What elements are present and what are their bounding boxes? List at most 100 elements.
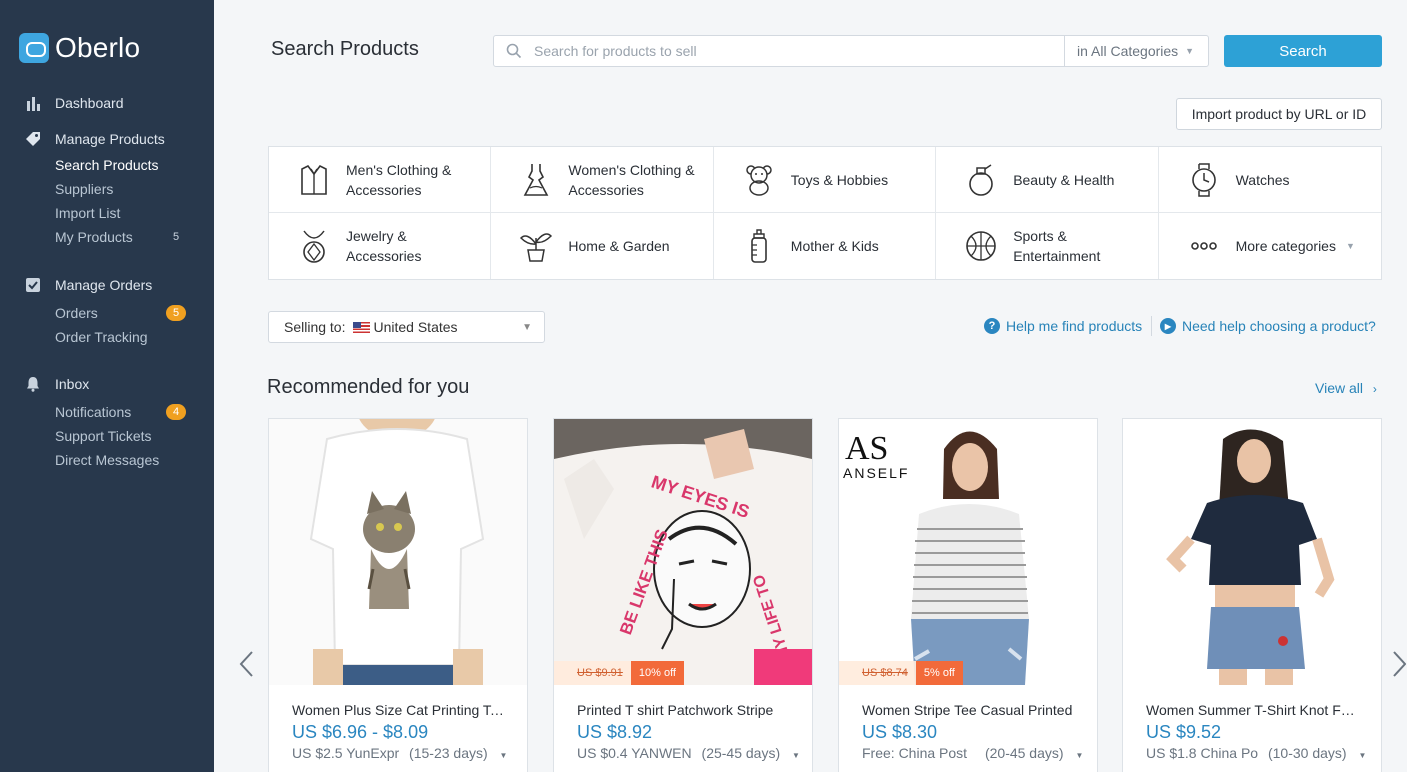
- old-price: US $8.74: [839, 661, 916, 685]
- category-watches[interactable]: Watches: [1158, 147, 1381, 213]
- sidebar: Oberlo Dashboard Manage Products Search …: [0, 0, 214, 772]
- category-label: Sports & Entertainment: [1013, 228, 1101, 264]
- sidebar-item-manage-orders[interactable]: Manage Orders: [0, 274, 214, 296]
- import-product-button[interactable]: Import product by URL or ID: [1176, 98, 1382, 130]
- more-dots-icon: [1187, 228, 1221, 264]
- search-bar: in All Categories ▼: [493, 35, 1209, 67]
- chevron-right-icon: ›: [1372, 382, 1377, 396]
- sidebar-item-search-products[interactable]: Search Products: [55, 153, 214, 177]
- product-shipping[interactable]: US $0.4 YANWEN (25-45 days) ▼: [577, 745, 800, 761]
- count-badge: 5: [172, 231, 180, 243]
- help-find-products-link[interactable]: ? Help me find products: [984, 318, 1142, 334]
- plant-icon: [519, 228, 553, 264]
- product-card[interactable]: MY EYES IS BE LIKE THIS MY LIFE TO US $9…: [553, 418, 813, 772]
- discount-badge: 10% off: [630, 661, 684, 685]
- carousel-prev-button[interactable]: [238, 650, 254, 685]
- product-price: US $6.96 - $8.09: [292, 722, 429, 742]
- sidebar-item-my-products[interactable]: My Products 5: [55, 225, 214, 249]
- help-choosing-link[interactable]: ▶ Need help choosing a product?: [1160, 318, 1376, 334]
- shipping-time: (10-30 days): [1267, 745, 1347, 761]
- product-price: US $8.92: [577, 722, 653, 742]
- sidebar-item-label: Notifications: [55, 404, 132, 420]
- selling-to-country: United States: [373, 319, 458, 335]
- old-price: US $9.91: [554, 661, 631, 685]
- category-jewelry[interactable]: Jewelry & Accessories: [269, 213, 492, 279]
- category-mother-kids[interactable]: Mother & Kids: [714, 213, 937, 279]
- product-card[interactable]: Women Summer T-Shirt Knot Front US $9.52…: [1122, 418, 1382, 772]
- shipping-time: (15-23 days): [409, 745, 488, 761]
- shipping-time: (20-45 days): [984, 745, 1064, 761]
- sidebar-item-suppliers[interactable]: Suppliers: [55, 177, 214, 201]
- category-beauty-health[interactable]: Beauty & Health: [936, 147, 1159, 213]
- product-title[interactable]: Women Summer T-Shirt Knot Front: [1146, 702, 1358, 718]
- category-label: Home & Garden: [568, 238, 670, 254]
- count-badge: 5: [166, 305, 186, 321]
- teddy-bear-icon: [742, 162, 776, 198]
- chevron-down-icon: ▼: [522, 322, 532, 333]
- shirt-icon: [297, 162, 331, 198]
- category-home-garden[interactable]: Home & Garden: [491, 213, 714, 279]
- product-shipping[interactable]: Free: China Post (20-45 days) ▼: [862, 745, 1083, 761]
- category-select[interactable]: in All Categories ▼: [1064, 36, 1208, 66]
- product-title[interactable]: Women Stripe Tee Casual Printed: [862, 702, 1074, 718]
- category-toys-hobbies[interactable]: Toys & Hobbies: [713, 147, 937, 213]
- chevron-right-icon: [1393, 651, 1407, 677]
- sidebar-item-direct-messages[interactable]: Direct Messages: [55, 448, 214, 472]
- product-shipping[interactable]: US $2.5 YunExpr (15-23 days) ▼: [292, 745, 507, 761]
- product-card[interactable]: Women Plus Size Cat Printing Tee US $6.9…: [268, 418, 528, 772]
- page-title: Search Products: [271, 38, 419, 60]
- category-sports-entertainment[interactable]: Sports & Entertainment: [936, 213, 1159, 279]
- checkbox-icon: [25, 277, 41, 293]
- bar-chart-icon: [25, 95, 41, 111]
- shipping-cost: US $1.8 China Po: [1146, 745, 1259, 761]
- chevron-down-icon: ▼: [1358, 751, 1367, 760]
- brand-logo-text: ANSELF: [843, 465, 909, 481]
- view-all-link[interactable]: View all ›: [1315, 380, 1377, 396]
- sidebar-item-inbox[interactable]: Inbox: [0, 373, 214, 395]
- bell-icon: [25, 376, 41, 392]
- category-label: Mother & Kids: [790, 238, 879, 254]
- dress-icon: [519, 162, 553, 198]
- sidebar-item-order-tracking[interactable]: Order Tracking: [55, 325, 214, 349]
- recommended-title: Recommended for you: [267, 376, 470, 398]
- search-input[interactable]: [534, 36, 1064, 66]
- sidebar-item-label: Inbox: [55, 376, 90, 392]
- category-select-value: in All Categories: [1077, 43, 1179, 59]
- sidebar-item-label: My Products: [55, 229, 133, 245]
- search-button[interactable]: Search: [1224, 35, 1382, 67]
- category-label: Men's Clothing & Accessories: [346, 161, 452, 198]
- sidebar-item-notifications[interactable]: Notifications 4: [55, 400, 214, 424]
- sidebar-item-orders[interactable]: Orders 5: [55, 301, 214, 325]
- product-price: US $9.52: [1146, 722, 1222, 742]
- selling-to-select[interactable]: Selling to: United States ▼: [268, 311, 545, 343]
- divider: [1151, 316, 1152, 336]
- search-icon: [494, 36, 534, 66]
- product-shipping[interactable]: US $1.8 China Po (10-30 days) ▼: [1146, 745, 1366, 761]
- product-price: US $8.30: [862, 722, 938, 742]
- sidebar-item-import-list[interactable]: Import List: [55, 201, 214, 225]
- brand-name: Oberlo: [55, 32, 141, 63]
- brand-logo-mark: AS: [845, 430, 888, 467]
- sidebar-item-label: Orders: [55, 305, 98, 321]
- category-womens-clothing[interactable]: Women's Clothing & Accessories: [491, 147, 714, 213]
- category-label: Toys & Hobbies: [790, 171, 889, 188]
- product-card[interactable]: AS ANSELF US $8.74 5% off Women Stripe T…: [838, 418, 1098, 772]
- category-more[interactable]: More categories ▼: [1159, 213, 1381, 279]
- product-title[interactable]: Women Plus Size Cat Printing Tee: [292, 702, 504, 718]
- category-label: More categories: [1235, 238, 1336, 254]
- product-image: MY EYES IS BE LIKE THIS MY LIFE TO US $9…: [554, 419, 812, 685]
- carousel-next-button[interactable]: [1392, 650, 1407, 685]
- category-mens-clothing[interactable]: Men's Clothing & Accessories: [269, 147, 492, 213]
- chevron-down-icon: ▼: [1185, 46, 1194, 56]
- play-icon: ▶: [1160, 318, 1176, 334]
- sidebar-item-dashboard[interactable]: Dashboard: [0, 92, 214, 114]
- sidebar-item-manage-products[interactable]: Manage Products: [0, 128, 214, 150]
- help-find-label: Help me find products: [1006, 318, 1143, 334]
- sidebar-item-support-tickets[interactable]: Support Tickets: [55, 424, 214, 448]
- product-title[interactable]: Printed T shirt Patchwork Stripe: [577, 702, 789, 718]
- oberlo-logo[interactable]: Oberlo: [19, 32, 140, 64]
- category-label: Women's Clothing & Accessories: [568, 161, 695, 198]
- selling-to-label: Selling to:: [284, 319, 346, 335]
- tag-icon: [25, 131, 41, 147]
- chevron-down-icon: ▼: [792, 751, 800, 760]
